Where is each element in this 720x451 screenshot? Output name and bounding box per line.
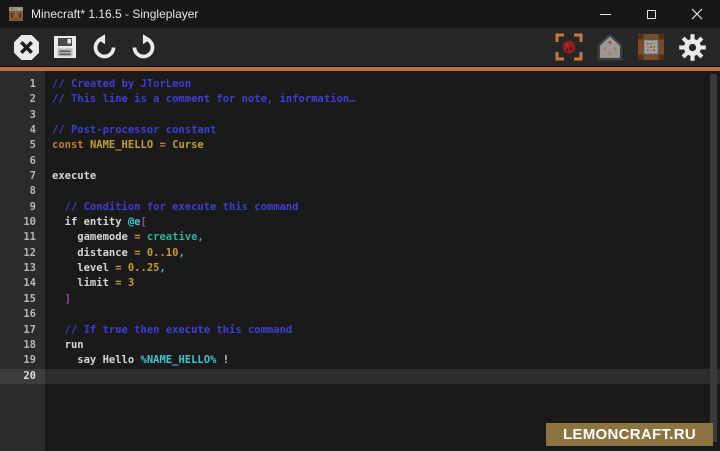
code-line[interactable]: 19 say Hello %NAME_HELLO% ! [0, 353, 720, 368]
minimize-button[interactable] [582, 0, 628, 28]
code-text: // Created by JTorLeon [52, 77, 191, 92]
code-line[interactable]: 18 run [0, 338, 720, 353]
titlebar: Minecraft* 1.16.5 - Singleplayer [0, 0, 720, 28]
crafting-grid-button[interactable] [636, 32, 666, 62]
maximize-button[interactable] [628, 0, 674, 28]
toolbar [0, 28, 720, 66]
code-line[interactable]: 5 const NAME_HELLO = Curse [0, 138, 720, 153]
code-line[interactable]: 15 ] [0, 292, 720, 307]
code-text: // Post-processor constant [52, 123, 216, 138]
minecraft-grass-block-icon [9, 7, 23, 21]
code-text: // If true then execute this command [52, 323, 292, 338]
code-line[interactable]: 7 execute [0, 169, 720, 184]
code-text: const NAME_HELLO = Curse [52, 138, 204, 153]
redstone-target-button[interactable] [554, 32, 584, 62]
code-line[interactable]: 9 // Condition for execute this command [0, 200, 720, 215]
code-line[interactable]: 16 [0, 307, 720, 322]
code-line[interactable]: 6 [0, 154, 720, 169]
line-number: 10 [0, 215, 36, 230]
line-number: 16 [0, 307, 36, 322]
code-text: gamemode = creative, [52, 230, 204, 245]
code-line[interactable]: 17 // If true then execute this command [0, 323, 720, 338]
undo-icon [91, 34, 118, 61]
code-line[interactable]: 3 [0, 108, 720, 123]
code-line[interactable]: 14 limit = 3 [0, 276, 720, 291]
code-line[interactable]: 2 // This line is a comment for note, inf… [0, 92, 720, 107]
code-text: // This line is a comment for note, info… [52, 92, 355, 107]
toolbar-left-group [11, 32, 158, 62]
structure-home-icon [596, 33, 624, 61]
line-number: 17 [0, 323, 36, 338]
code-editor[interactable]: 1 // Created by JTorLeon 2 // This line is … [0, 71, 720, 451]
code-text: distance = 0..10, [52, 246, 185, 261]
watermark-badge: LEMONCRAFT.RU [546, 423, 713, 446]
structure-home-button[interactable] [595, 32, 625, 62]
line-number: 15 [0, 292, 36, 307]
code-text: if entity @e[ [52, 215, 147, 230]
redo-icon [130, 34, 157, 61]
line-number: 2 [0, 92, 36, 107]
window-controls [582, 0, 720, 28]
close-icon [691, 8, 703, 20]
code-line[interactable]: 13 level = 0..25, [0, 261, 720, 276]
toolbar-right-group [554, 32, 707, 62]
line-number: 12 [0, 246, 36, 261]
line-number: 11 [0, 230, 36, 245]
line-number: 7 [0, 169, 36, 184]
line-number: 19 [0, 353, 36, 368]
code-text: ] [52, 292, 71, 307]
code-text: level = 0..25, [52, 261, 166, 276]
line-number: 18 [0, 338, 36, 353]
crafting-grid-icon [637, 33, 665, 61]
code-text: run [52, 338, 84, 353]
watermark-label: LEMONCRAFT.RU [563, 426, 696, 443]
window-title: Minecraft* 1.16.5 - Singleplayer [31, 7, 198, 21]
save-icon [53, 35, 77, 59]
line-number: 13 [0, 261, 36, 276]
code-line[interactable]: 11 gamemode = creative, [0, 230, 720, 245]
close-file-button[interactable] [11, 32, 41, 62]
settings-button[interactable] [677, 32, 707, 62]
vertical-scrollbar[interactable] [710, 74, 717, 442]
line-number: 8 [0, 184, 36, 199]
code-lines: 1 // Created by JTorLeon 2 // This line is … [0, 71, 720, 384]
line-number: 3 [0, 108, 36, 123]
line-number: 1 [0, 77, 36, 92]
code-line[interactable]: 1 // Created by JTorLeon [0, 77, 720, 92]
line-number: 9 [0, 200, 36, 215]
redstone-target-icon [554, 32, 584, 62]
line-number: 14 [0, 276, 36, 291]
code-text: execute [52, 169, 96, 184]
line-number: 5 [0, 138, 36, 153]
line-number: 4 [0, 123, 36, 138]
code-line[interactable]: 20 [0, 369, 720, 384]
save-button[interactable] [50, 32, 80, 62]
redo-button[interactable] [128, 32, 158, 62]
code-line[interactable]: 12 distance = 0..10, [0, 246, 720, 261]
minimize-icon [600, 14, 611, 15]
close-file-icon [13, 34, 40, 61]
line-number: 6 [0, 154, 36, 169]
undo-button[interactable] [89, 32, 119, 62]
code-text: limit = 3 [52, 276, 134, 291]
line-number: 20 [0, 369, 36, 384]
settings-gear-icon [678, 33, 707, 62]
code-text: // Condition for execute this command [52, 200, 299, 215]
maximize-icon [647, 10, 656, 19]
code-line[interactable]: 4 // Post-processor constant [0, 123, 720, 138]
code-text: say Hello %NAME_HELLO% ! [52, 353, 229, 368]
close-button[interactable] [674, 0, 720, 28]
code-line[interactable]: 10 if entity @e[ [0, 215, 720, 230]
code-line[interactable]: 8 [0, 184, 720, 199]
